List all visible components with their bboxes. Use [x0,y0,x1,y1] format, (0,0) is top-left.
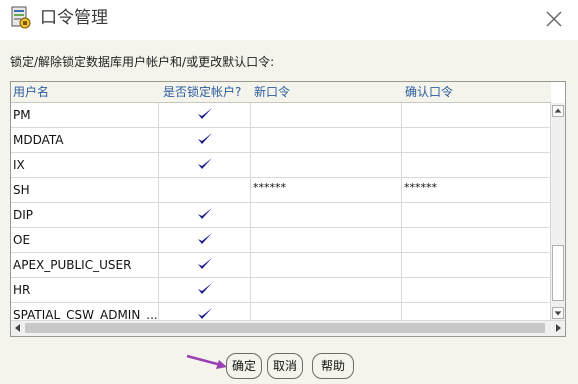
table-row[interactable]: APEX_PUBLIC_USER [11,253,552,278]
checkmark-icon[interactable] [197,107,213,121]
scroll-up-icon[interactable] [552,105,564,117]
cell-confirm-password[interactable] [402,103,552,128]
cell-username: MDDATA [11,128,159,153]
table-row[interactable]: IX [11,153,552,178]
checkmark-icon[interactable] [197,232,213,246]
ok-button[interactable]: 确定 [226,353,262,379]
horizontal-scrollbar[interactable] [11,320,565,336]
scroll-right-icon[interactable] [552,322,564,334]
cell-new-password[interactable] [251,203,402,228]
cell-lock-checkbox[interactable] [159,178,251,203]
cell-lock-checkbox[interactable] [159,228,251,253]
vertical-scroll-thumb[interactable] [552,245,564,301]
checkmark-icon[interactable] [197,257,213,271]
checkmark-icon[interactable] [197,132,213,146]
cell-lock-checkbox[interactable] [159,203,251,228]
cell-new-password[interactable] [251,153,402,178]
help-button[interactable]: 帮助 [312,353,354,379]
table-row[interactable]: HR [11,278,552,303]
checkmark-icon[interactable] [197,207,213,221]
table-row[interactable]: DIP [11,203,552,228]
table-row[interactable]: OE [11,228,552,253]
cell-username: IX [11,153,159,178]
cell-lock-checkbox[interactable] [159,253,251,278]
cell-new-password[interactable] [251,128,402,153]
scroll-left-icon[interactable] [12,322,24,334]
oracle-app-icon [11,6,31,29]
table-row[interactable]: PM [11,103,552,128]
column-header-user[interactable]: 用户名 [11,82,49,102]
user-accounts-table: 用户名 是否锁定帐户? 新口令 确认口令 PM MDDATA IX SH ****** *… [10,81,566,337]
cell-lock-checkbox[interactable] [159,278,251,303]
password-management-dialog: 口令管理 锁定/解除锁定数据库用户帐户和/或更改默认口令: 用户名 是否锁定帐户… [0,0,578,384]
instruction-text: 锁定/解除锁定数据库用户帐户和/或更改默认口令: [10,55,275,69]
table-header: 用户名 是否锁定帐户? 新口令 确认口令 [11,82,551,103]
cell-new-password[interactable] [251,103,402,128]
cell-username: DIP [11,203,159,228]
window-title: 口令管理 [40,8,108,28]
vertical-scrollbar[interactable] [550,103,565,321]
close-icon[interactable] [542,7,566,31]
cell-username: PM [11,103,159,128]
cell-confirm-password[interactable] [402,228,552,253]
cell-new-password[interactable] [251,253,402,278]
column-header-confirm-password[interactable]: 确认口令 [403,82,453,102]
checkmark-icon[interactable] [197,157,213,171]
scroll-down-icon[interactable] [552,307,564,319]
cell-confirm-password[interactable] [402,203,552,228]
cell-confirm-password[interactable]: ****** [402,178,552,203]
cell-new-password[interactable] [251,228,402,253]
cell-lock-checkbox[interactable] [159,153,251,178]
cell-username: HR [11,278,159,303]
title-bar: 口令管理 [0,0,578,40]
cell-confirm-password[interactable] [402,253,552,278]
cell-new-password[interactable]: ****** [251,178,402,203]
cell-new-password[interactable] [251,278,402,303]
table-row[interactable]: SH ****** ****** [11,178,552,203]
table-row[interactable]: MDDATA [11,128,552,153]
cell-lock-checkbox[interactable] [159,128,251,153]
cell-username: OE [11,228,159,253]
cell-confirm-password[interactable] [402,278,552,303]
cell-username: SH [11,178,159,203]
cell-username: APEX_PUBLIC_USER [11,253,159,278]
cell-lock-checkbox[interactable] [159,103,251,128]
checkmark-icon[interactable] [197,282,213,296]
checkmark-icon[interactable] [197,307,213,321]
cell-confirm-password[interactable] [402,128,552,153]
column-header-locked[interactable]: 是否锁定帐户? [161,82,241,102]
cell-confirm-password[interactable] [402,153,552,178]
horizontal-scroll-thumb[interactable] [25,323,545,333]
column-header-new-password[interactable]: 新口令 [252,82,290,102]
pointer-arrow-icon [186,354,227,369]
cancel-button[interactable]: 取消 [267,353,303,379]
